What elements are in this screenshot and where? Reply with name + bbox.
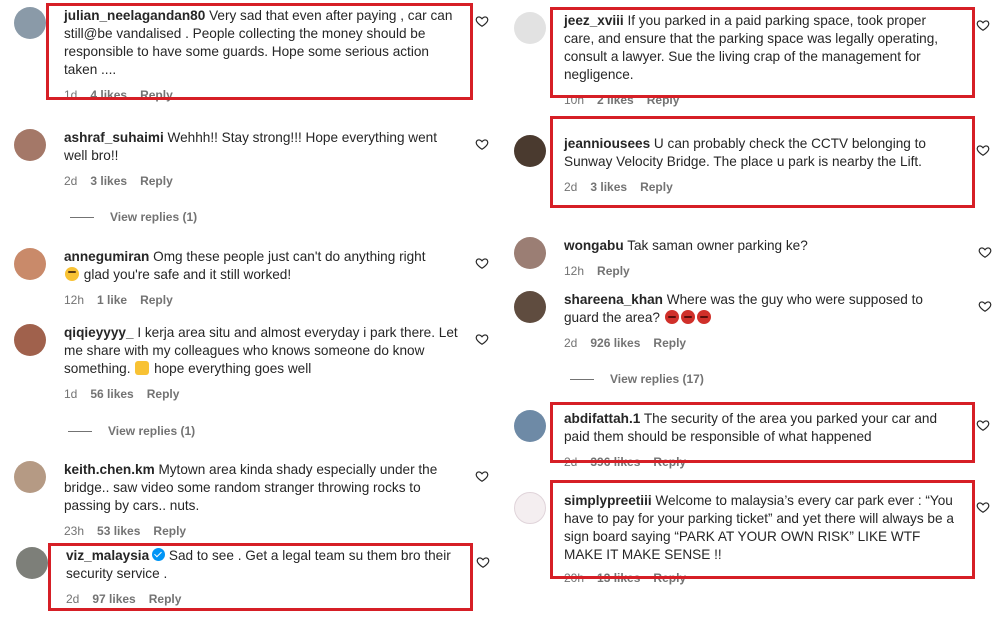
avatar[interactable] [514, 237, 546, 269]
comment-time[interactable]: 12h [64, 293, 84, 307]
username[interactable]: shareena_khan [564, 292, 663, 307]
comment-keith: keith.chen.km Mytown area kinda shady es… [14, 461, 464, 539]
comment-text-continued: glad you're safe and it still worked! [83, 267, 292, 282]
comment-time[interactable]: 2d [564, 336, 577, 350]
highlight-box [48, 543, 473, 611]
view-replies-button[interactable]: View replies (1) [68, 424, 195, 438]
avatar[interactable] [514, 410, 546, 442]
comment-ashraf: ashraf_suhaimi Wehhh!! Stay strong!!! Ho… [14, 129, 464, 189]
likes-count[interactable]: 56 likes [90, 387, 133, 401]
heart-icon[interactable] [475, 137, 489, 151]
avatar[interactable] [14, 248, 46, 280]
avatar[interactable] [14, 324, 46, 356]
avatar[interactable] [14, 461, 46, 493]
reply-button[interactable]: Reply [597, 264, 630, 278]
heart-icon[interactable] [976, 418, 990, 432]
comment-qiqi: qiqieyyyy_ I kerja area situ and almost … [14, 324, 464, 402]
heart-icon[interactable] [978, 245, 992, 259]
heart-icon[interactable] [475, 14, 489, 28]
angry-face-icon [680, 310, 695, 324]
highlight-box [550, 7, 975, 98]
username[interactable]: keith.chen.km [64, 462, 155, 477]
comment-time[interactable]: 23h [64, 524, 84, 538]
angry-face-icon [696, 310, 711, 324]
comment-text-continued: hope everything goes well [154, 361, 312, 376]
reply-button[interactable]: Reply [153, 524, 186, 538]
avatar[interactable] [14, 129, 46, 161]
heart-icon[interactable] [976, 143, 990, 157]
heart-icon[interactable] [976, 18, 990, 32]
likes-count[interactable]: 53 likes [97, 524, 140, 538]
username[interactable]: wongabu [564, 238, 624, 253]
avatar[interactable] [16, 547, 48, 579]
comment-wongabu: wongabu Tak saman owner parking ke? 12h R… [514, 237, 974, 279]
comment-text: Omg these people just can't do anything … [153, 249, 426, 264]
comment-time[interactable]: 1d [64, 387, 77, 401]
reply-button[interactable]: Reply [147, 387, 180, 401]
username[interactable]: ashraf_suhaimi [64, 130, 164, 145]
comment-anne: annegumiran Omg these people just can't … [14, 248, 464, 308]
heart-icon[interactable] [475, 256, 489, 270]
comment-time[interactable]: 2d [64, 174, 77, 188]
avatar[interactable] [514, 135, 546, 167]
likes-count[interactable]: 3 likes [90, 174, 127, 188]
heart-icon[interactable] [976, 500, 990, 514]
right-comment-column: jeez_xviii If you parked in a paid parki… [500, 0, 1000, 623]
likes-count[interactable]: 926 likes [590, 336, 640, 350]
heart-icon[interactable] [978, 299, 992, 313]
left-comment-column: julian_neelagandan80 Very sad that even … [0, 0, 500, 623]
highlight-box [550, 480, 975, 579]
reply-button[interactable]: Reply [140, 174, 173, 188]
thumbs-up-emoji-icon [135, 361, 150, 375]
angry-face-icon [664, 310, 679, 324]
view-replies-button[interactable]: View replies (17) [570, 372, 704, 386]
likes-count[interactable]: 1 like [97, 293, 127, 307]
username[interactable]: annegumiran [64, 249, 149, 264]
reply-button[interactable]: Reply [140, 293, 173, 307]
username[interactable]: qiqieyyyy_ [64, 325, 134, 340]
comment-text: Tak saman owner parking ke? [627, 238, 808, 253]
view-replies-button[interactable]: View replies (1) [70, 210, 197, 224]
heart-icon[interactable] [475, 469, 489, 483]
highlight-box [46, 3, 473, 100]
highlight-box [550, 116, 975, 208]
reply-button[interactable]: Reply [653, 336, 686, 350]
heart-icon[interactable] [476, 555, 490, 569]
avatar[interactable] [514, 291, 546, 323]
avatar[interactable] [514, 12, 546, 44]
comment-shareena: shareena_khan Where was the guy who were… [514, 291, 974, 351]
crying-emoji-icon [65, 267, 79, 281]
avatar[interactable] [514, 492, 546, 524]
heart-icon[interactable] [475, 332, 489, 346]
comment-time[interactable]: 12h [564, 264, 584, 278]
highlight-box [550, 402, 975, 463]
avatar[interactable] [14, 7, 46, 39]
